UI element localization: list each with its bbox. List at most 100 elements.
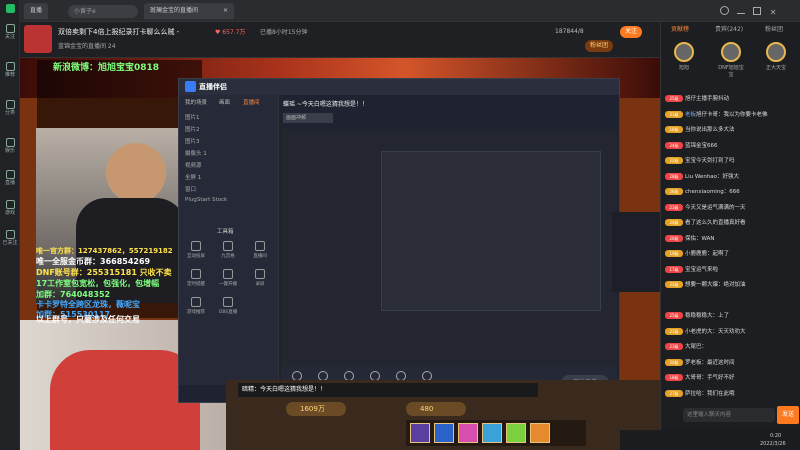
level-badge: 23级 (665, 203, 683, 211)
chat-message: 18级 大哥哥：手气好不好 (665, 373, 797, 383)
obs-tab-room[interactable]: 直播间 (243, 98, 260, 106)
chat-message: 21级 小老虎的大：天天劝劝大 (665, 327, 797, 337)
nav-item-ent[interactable]: 娱乐 (0, 138, 20, 154)
tool-quickstart[interactable]: 一键开播 (217, 269, 239, 287)
avatar (766, 42, 786, 62)
nav-item-live[interactable]: 直播 (0, 170, 20, 186)
obs-tab-scenes[interactable]: 我的场景 (185, 98, 207, 106)
tab-vip[interactable]: 贵宾(242) (715, 24, 743, 33)
scene-item[interactable]: 图片2 (185, 125, 200, 133)
search-input[interactable]: 小黄子e (68, 5, 138, 18)
skill-icon[interactable] (482, 423, 502, 443)
chat-message: 23级 今天又是运气满满的一天 (665, 203, 797, 213)
chat-username[interactable]: 老板 (685, 112, 696, 118)
avatar[interactable] (24, 25, 52, 53)
chat-message: 28级 Liu Wenhao：好强大 (665, 172, 797, 182)
tab-contrib[interactable]: 贡献榜 (671, 24, 689, 33)
obs-sidebar: 我的场景 画面 直播间 图片1 图片2 图片3 摄像头 1 视频源 全屏 1 窗… (179, 95, 279, 385)
avatar-icon[interactable] (720, 6, 729, 15)
obs-title: 直播伴侣 (199, 83, 227, 91)
nested-preview (281, 129, 660, 367)
level-badge: 18级 (665, 126, 683, 133)
scene-item[interactable]: 摄像头 1 (185, 149, 207, 157)
rank-name: 正大天宝 (765, 65, 786, 71)
skill-icon[interactable] (458, 423, 478, 443)
tab-room[interactable]: 斑斓金宝的直播间 × (144, 3, 234, 19)
left-nav: 关注 推荐 分类 娱乐 直播 游戏 已关注 (0, 0, 20, 450)
chat-list[interactable]: 25级 旭仔主播手腕抖动 21级 老板旭仔卡哥：我以为你要卡老佛 18级 当你说出那么多大… (661, 94, 800, 412)
chat-message: 24级 看了这么久的直播真好看 (665, 218, 797, 228)
obs-room-label[interactable]: 画面冲频 (283, 113, 333, 123)
rank-item[interactable]: DNF旭旭宝宝 (716, 42, 746, 78)
follow-button[interactable]: 关注 (620, 26, 643, 38)
gold-counter: 1609万 (286, 402, 346, 416)
tool-label: 录屏 (255, 282, 265, 287)
obs-tab-canvas[interactable]: 画面 (219, 98, 230, 106)
overlay-line-qq: 唯一官方群：127437862，557219182 (36, 247, 173, 255)
overlay-line-studio: 17工作室包宽松，包强化，包增幅 (36, 279, 160, 288)
maximize-icon[interactable] (753, 7, 762, 15)
close-icon[interactable]: × (223, 3, 228, 19)
skill-icon[interactable] (530, 423, 550, 443)
skill-bar (406, 420, 586, 446)
tool-obs[interactable]: OBS直播 (217, 297, 239, 315)
tool-game[interactable]: 游戏推荐 (185, 297, 207, 315)
chat-text: 大尾巴： (685, 344, 708, 350)
streamer-face (106, 143, 166, 203)
top-bar: 直播 小黄子e 斑斓金宝的直播间 × ✕ (20, 0, 800, 22)
clock-date: 2022/3/26 (760, 441, 786, 447)
nav-item-recommend[interactable]: 推荐 (0, 62, 20, 78)
nav-item-game[interactable]: 游戏 (0, 200, 20, 216)
window-close-icon[interactable]: ✕ (770, 8, 777, 17)
tool-grid[interactable]: 九宫格 (217, 241, 239, 259)
tab-fans[interactable]: 粉丝团 (765, 24, 783, 33)
room-header: 双倍卖剩下4倍上报纪录打卡聊么么贼 - ♥ 657.7万 已播8小时15分钟 蓝… (20, 22, 660, 58)
scene-item[interactable]: 窗口 (185, 185, 196, 193)
tool-timer[interactable]: 定时提醒 (185, 269, 207, 287)
chat-text: 旭仔主播手腕抖动 (685, 96, 730, 102)
tool-room[interactable]: 直播间 (249, 241, 271, 259)
chat-message: 18级 当你说出那么多大法 (665, 125, 797, 135)
tool-record[interactable]: 录屏 (249, 269, 271, 287)
room-title: 双倍卖剩下4倍上报纪录打卡聊么么贼 - (58, 28, 180, 36)
scene-item[interactable]: 图片3 (185, 137, 200, 145)
game-ui: 暗精：今天白嗯这猜我想是！！ 1609万 480 (226, 380, 660, 450)
level-badge: 18级 (665, 374, 683, 381)
chat-text: 看了这么久的直播真好看 (685, 220, 746, 226)
chat-input[interactable]: 这里输入聊天内容 (683, 408, 775, 422)
level-badge: 22级 (665, 157, 683, 164)
nav-item-more[interactable]: 已关注 (0, 230, 20, 246)
overlay-line-dnf: DNF账号群：255315181 只收不卖 (36, 268, 172, 277)
overlay-line-gold: 唯一全服金币群：366854269 (36, 257, 151, 266)
scene-item[interactable]: 图片1 (185, 113, 200, 121)
level-badge: 23级 (665, 343, 683, 350)
rank-item[interactable]: 旭旭 (669, 42, 699, 71)
skill-icon[interactable] (506, 423, 526, 443)
obs-preview-canvas (281, 129, 660, 367)
scene-item[interactable]: PlugStart Stock (185, 197, 227, 203)
chat-message: 27级 萨拉哈：我们在此哦 (665, 389, 797, 399)
scene-item[interactable]: 视频源 (185, 161, 202, 169)
fan-club-button[interactable]: 粉丝团 (585, 40, 614, 52)
rank-item[interactable]: 正大天宝 (761, 42, 791, 71)
follower-count: 187844/8 (555, 28, 584, 35)
level-badge: 28级 (665, 172, 683, 180)
avatar (674, 42, 694, 62)
stream-video[interactable]: 新浪微博：旭旭宝宝0818 唯一官方群：127437862，557219182 … (20, 58, 660, 450)
nav-item-follow[interactable]: 关注 (0, 24, 20, 40)
obs-window[interactable]: 直播伴侣 我的场景 画面 直播间 图片1 图片2 图片3 摄像头 1 视频源 全… (178, 78, 660, 403)
chat-text: 宝宝今天剑打到了吗 (685, 158, 735, 164)
logo-icon[interactable] (0, 4, 20, 14)
tool-label: 直播间 (253, 254, 267, 259)
toolbox-title: 工具箱 (217, 229, 234, 235)
tool-cast[interactable]: 互动投屏 (185, 241, 207, 259)
minimize-icon[interactable] (737, 12, 746, 14)
skill-icon[interactable] (410, 423, 430, 443)
send-button[interactable]: 发送 (777, 406, 799, 424)
scene-item[interactable]: 全屏 1 (185, 173, 201, 181)
tab-live[interactable]: 直播 (24, 3, 49, 19)
level-badge: 20级 (665, 234, 683, 242)
nav-item-category[interactable]: 分类 (0, 100, 20, 116)
level-badge: 21级 (665, 327, 683, 335)
skill-icon[interactable] (434, 423, 454, 443)
